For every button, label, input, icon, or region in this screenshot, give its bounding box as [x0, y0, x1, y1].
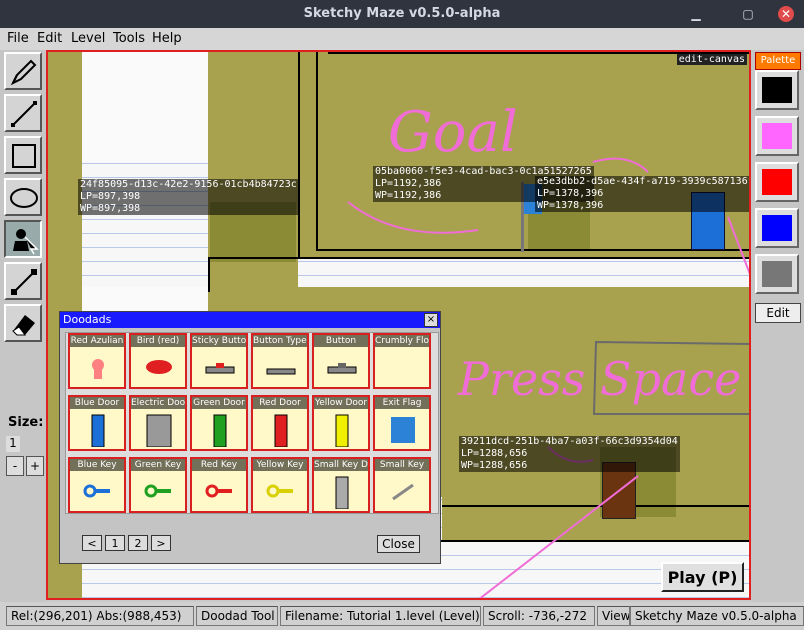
status-view: View	[597, 606, 630, 626]
doodad-exit-flag[interactable]: Exit Flag	[373, 395, 431, 451]
eraser-icon	[12, 315, 35, 336]
tool-sidebar: Size: 1 - +	[0, 50, 46, 602]
window-title: Sketchy Maze v0.5.0-alpha	[303, 6, 501, 21]
doodad-green-door[interactable]: Green Door	[190, 395, 248, 451]
doodads-dialog-title: Doodads ×	[60, 312, 440, 328]
size-value[interactable]: 1	[6, 436, 20, 452]
yellow-door-icon	[335, 414, 349, 447]
rectangle-icon	[12, 144, 36, 168]
doodad-crumbly-floor[interactable]: Crumbly Floor	[373, 333, 431, 389]
palette-edit-button[interactable]: Edit	[755, 303, 801, 323]
page-2-button[interactable]: 2	[128, 535, 148, 551]
status-coords: Rel:(296,201) Abs:(988,453)	[6, 606, 194, 626]
red-azulian-icon	[92, 359, 104, 379]
ellipse-tool-button[interactable]	[4, 178, 42, 216]
status-bar: Rel:(296,201) Abs:(988,453) Doodad Tool …	[0, 602, 804, 630]
menu-file[interactable]: File	[7, 31, 29, 46]
doodad-button[interactable]: Button	[312, 333, 370, 389]
pencil-tool-button[interactable]	[4, 52, 42, 90]
size-decrease-button[interactable]: -	[6, 456, 24, 476]
status-scroll: Scroll: -736,-272	[483, 606, 595, 626]
doodad-red-key[interactable]: Red Key	[190, 457, 248, 513]
red-bird-icon	[146, 360, 172, 374]
doodad-icon	[13, 229, 39, 255]
red-key-icon	[205, 484, 232, 498]
doodad-button-type-b[interactable]: Button Type B	[251, 333, 309, 389]
link-tool-button[interactable]	[4, 262, 42, 300]
swatch-gray[interactable]	[755, 254, 799, 294]
palette-tab[interactable]: Palette	[755, 52, 801, 70]
swatch-blue[interactable]	[755, 208, 799, 248]
swatch-black[interactable]	[755, 70, 799, 110]
doodad-green-key[interactable]: Green Key	[129, 457, 187, 513]
line-icon	[11, 101, 37, 127]
doodad-blue-key[interactable]: Blue Key	[68, 457, 126, 513]
dialog-close-button[interactable]: Close	[377, 535, 420, 553]
play-button[interactable]: Play (P)	[661, 562, 744, 592]
doodad-blue-door[interactable]: Blue Door	[68, 395, 126, 451]
menu-help[interactable]: Help	[152, 31, 182, 46]
yellow-key-icon	[266, 484, 293, 498]
minimize-icon[interactable]: ▁	[688, 6, 704, 22]
line-tool-button[interactable]	[4, 94, 42, 132]
link-icon	[11, 269, 37, 295]
doodad-sticky-button[interactable]: Sticky Button	[190, 333, 248, 389]
status-tool: Doodad Tool	[196, 606, 278, 626]
menu-tools[interactable]: Tools	[113, 31, 145, 46]
small-key-door-icon	[335, 476, 349, 509]
doodads-dialog: Doodads × Red Azulian Bird (red) Sticky …	[59, 311, 441, 564]
swatch-pink[interactable]	[755, 116, 799, 156]
actor-label: 39211dcd-251b-4ba7-a03f-66c3d9354d04 LP=1…	[459, 436, 680, 472]
window-titlebar: Sketchy Maze v0.5.0-alpha ▁ ▢ ✕	[0, 0, 804, 28]
dialog-close-icon[interactable]: ×	[424, 313, 438, 327]
page-1-button[interactable]: 1	[105, 535, 125, 551]
blue-key-icon	[83, 484, 110, 498]
doodad-bird-red[interactable]: Bird (red)	[129, 333, 187, 389]
doodad-red-door[interactable]: Red Door	[251, 395, 309, 451]
actor-label: e5e3dbb2-d5ae-434f-a719-3939c587136f LP=1…	[535, 176, 749, 212]
menu-edit[interactable]: Edit	[37, 31, 62, 46]
doodad-small-key-door[interactable]: Small Key Door	[312, 457, 370, 513]
doodad-yellow-door[interactable]: Yellow Door	[312, 395, 370, 451]
green-door-icon	[213, 414, 227, 447]
doodad-small-key[interactable]: Small Key	[373, 457, 431, 513]
page-next-button[interactable]: >	[151, 535, 171, 551]
status-filename: Filename: Tutorial 1.level (Level)	[280, 606, 481, 626]
actor-label: 24f85095-d13c-42e2-9156-01cb4b84723c LP=8…	[78, 179, 299, 215]
doodad-red-azulian[interactable]: Red Azulian	[68, 333, 126, 389]
close-window-icon[interactable]: ✕	[778, 6, 794, 22]
electric-door-icon	[146, 414, 172, 447]
rectangle-tool-button[interactable]	[4, 136, 42, 174]
maximize-icon[interactable]: ▢	[740, 6, 756, 22]
page-prev-button[interactable]: <	[82, 535, 102, 551]
ellipse-icon	[10, 188, 38, 208]
small-key-icon	[392, 483, 414, 501]
button-icon	[327, 363, 357, 374]
sticky-button-icon	[205, 363, 235, 374]
palette-panel: Palette Edit	[751, 50, 804, 602]
button-b-icon	[266, 368, 296, 375]
doodad-yellow-key[interactable]: Yellow Key	[251, 457, 309, 513]
menu-bar: File Edit Level Tools Help	[0, 28, 804, 50]
green-key-icon	[144, 484, 171, 498]
size-label: Size:	[8, 415, 44, 430]
blue-door-icon	[91, 414, 105, 447]
size-increase-button[interactable]: +	[26, 456, 44, 476]
red-door-icon	[274, 414, 288, 447]
doodad-electric-door[interactable]: Electric Door	[129, 395, 187, 451]
status-version: Sketchy Maze v0.5.0-alpha	[630, 606, 804, 626]
swatch-red[interactable]	[755, 162, 799, 202]
edit-canvas-badge: edit-canvas	[676, 54, 747, 65]
doodad-grid: Red Azulian Bird (red) Sticky Button But…	[65, 332, 439, 514]
pencil-icon	[10, 59, 37, 86]
eraser-tool-button[interactable]	[4, 304, 42, 342]
doodad-tool-button[interactable]	[4, 220, 42, 258]
menu-level[interactable]: Level	[71, 31, 105, 46]
exit-flag-icon	[391, 417, 415, 443]
